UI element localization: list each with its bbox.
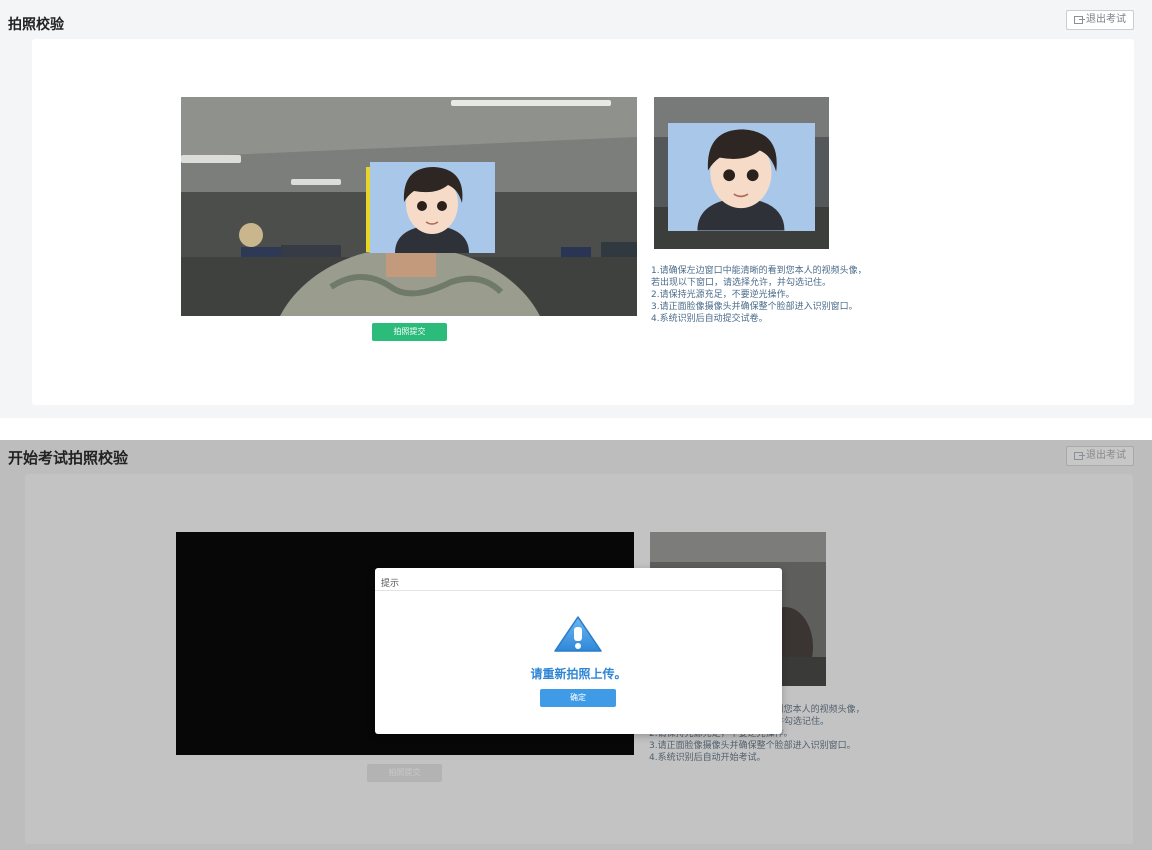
dialog-title: 提示 xyxy=(381,579,400,589)
exit-exam-label: 退出考试 xyxy=(1086,14,1126,25)
verify-card: 1.请确保左边窗口中能清晰的看到您本人的视频头像， 若出现以下窗口，请选择允许，… xyxy=(32,39,1134,405)
captured-photo xyxy=(654,97,829,249)
exit-exam-button[interactable]: 退出考试 xyxy=(1066,10,1134,30)
alert-dialog: 提示 请重新拍照上传。 确定 xyxy=(375,568,782,734)
dialog-divider xyxy=(375,590,782,591)
page-title: 开始考试拍照校验 xyxy=(8,449,129,467)
face-avatar-image xyxy=(370,162,495,253)
submit-photo-button[interactable]: 拍照提交 xyxy=(372,323,447,341)
instruction-line: 若出现以下窗口，请选择允许，并勾选记住。 xyxy=(651,278,832,288)
instructions: 1.请确保左边窗口中能清晰的看到您本人的视频头像， 若出现以下窗口，请选择允许，… xyxy=(651,265,867,325)
exit-icon xyxy=(1074,16,1085,24)
dialog-message: 请重新拍照上传。 xyxy=(530,667,627,681)
instruction-line: 2.请保持光源充足，不要逆光操作。 xyxy=(651,290,795,300)
instruction-line: 3.请正面脸像摄像头并确保整个脸部进入识别窗口。 xyxy=(651,302,858,312)
warning-icon xyxy=(554,616,602,652)
webcam-video xyxy=(181,97,637,316)
panel-separator xyxy=(0,418,1152,440)
instruction-line: 3.请正面脸像摄像头并确保整个脸部进入识别窗口。 xyxy=(649,741,856,751)
instruction-line: 4.系统识别后自动开始考试。 xyxy=(649,753,766,763)
page-title: 拍照校验 xyxy=(8,17,64,33)
instruction-line: 4.系统识别后自动提交试卷。 xyxy=(651,314,768,324)
face-capture-box xyxy=(370,162,495,253)
captured-face-avatar xyxy=(668,123,815,231)
exit-exam-label: 退出考试 xyxy=(1086,450,1126,461)
exit-exam-button[interactable]: 退出考试 xyxy=(1066,446,1134,466)
exit-icon xyxy=(1074,452,1085,460)
dialog-ok-button[interactable]: 确定 xyxy=(540,689,616,707)
photo-verify-panel: 拍照校验 退出考试 1.请确保左边窗口中能清晰的看到您本人的视频头像， 若出现以… xyxy=(0,0,1152,418)
instruction-line: 1.请确保左边窗口中能清晰的看到您本人的视频头像， xyxy=(651,266,867,276)
captured-face-box xyxy=(668,123,815,231)
submit-photo-button-disabled[interactable]: 拍照提交 xyxy=(367,764,442,782)
